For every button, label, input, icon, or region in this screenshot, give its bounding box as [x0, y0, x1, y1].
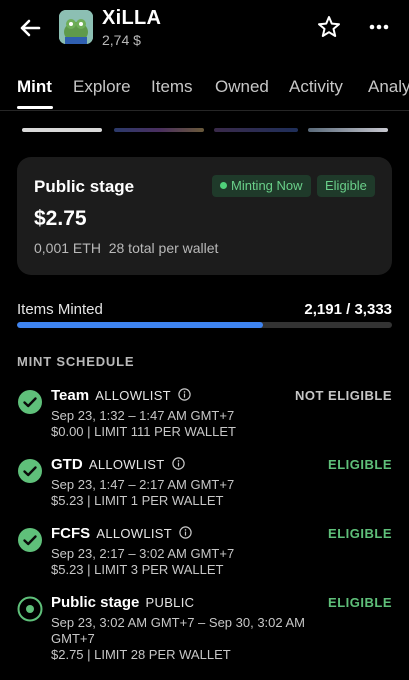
stage-title: Public stage	[34, 177, 135, 196]
info-icon[interactable]	[171, 457, 185, 470]
back-arrow-icon[interactable]	[14, 12, 46, 44]
tab-bar: Mint Explore Items Owned Activity Analy	[0, 66, 409, 110]
collection-avatar	[59, 10, 93, 44]
stage-dates: Sep 23, 1:47 – 2:17 AM GMT+7	[51, 477, 235, 492]
stage-limit: $0.00 | LIMIT 111 PER WALLET	[51, 424, 236, 439]
tabs-divider	[0, 110, 409, 111]
stage-tag: PUBLIC	[145, 595, 195, 610]
check-circle-icon	[18, 528, 42, 552]
collection-price: 2,74 $	[102, 32, 141, 48]
eligible-label: Eligible	[325, 178, 367, 193]
top-bar: XiLLA 2,74 $	[0, 0, 409, 56]
stage-price: $2.75	[34, 207, 87, 230]
stage-name: Public stage PUBLIC	[51, 594, 195, 611]
stage-name: FCFS ALLOWLIST	[51, 525, 192, 542]
current-stage-card: Public stage Minting Now Eligible $2.75 …	[17, 157, 392, 275]
tab-mint[interactable]: Mint	[17, 77, 52, 97]
mint-progress-fill	[17, 322, 264, 328]
stage-dates: Sep 23, 1:32 – 1:47 AM GMT+7	[51, 408, 235, 423]
stage-details: 0,001 ETH 28 total per wallet	[34, 240, 218, 256]
stage-eligibility: ELIGIBLE	[328, 595, 392, 610]
stage-limit: $5.23 | LIMIT 3 PER WALLET	[51, 562, 224, 577]
mint-progress-bar	[17, 322, 392, 328]
active-tab-indicator	[17, 106, 53, 109]
items-minted-label: Items Minted	[17, 301, 103, 318]
active-circle-icon	[17, 596, 43, 622]
stage-dates: Sep 23, 3:02 AM GMT+7 – Sep 30, 3:02 AM	[51, 615, 306, 630]
check-circle-icon	[18, 459, 42, 483]
live-dot-icon	[220, 182, 227, 189]
stage-tag: ALLOWLIST	[88, 457, 165, 472]
stage-dates: Sep 23, 2:17 – 3:02 AM GMT+7	[51, 546, 235, 561]
items-minted-count: 2,191 / 3,333	[304, 301, 392, 318]
stage-tag: ALLOWLIST	[95, 388, 171, 403]
stage-tag: ALLOWLIST	[96, 526, 173, 541]
image-strip	[22, 128, 102, 132]
stage-name: Team ALLOWLIST	[51, 387, 191, 404]
mint-schedule-heading: MINT SCHEDULE	[17, 354, 135, 369]
image-strip	[214, 128, 298, 132]
minting-now-badge: Minting Now	[212, 175, 311, 197]
tab-analytics[interactable]: Analy	[368, 77, 409, 97]
info-icon[interactable]	[178, 388, 191, 401]
eth-price: 0,001 ETH	[34, 240, 101, 256]
tab-explore[interactable]: Explore	[73, 77, 131, 97]
stage-dates-continued: GMT+7	[51, 631, 95, 646]
star-icon[interactable]	[314, 12, 344, 42]
tab-activity[interactable]: Activity	[289, 77, 343, 97]
stage-name: GTD ALLOWLIST	[51, 456, 185, 473]
stage-limit: $5.23 | LIMIT 1 PER WALLET	[51, 493, 224, 508]
tab-items[interactable]: Items	[151, 77, 193, 97]
info-icon[interactable]	[179, 526, 192, 539]
stage-eligibility: ELIGIBLE	[328, 457, 392, 472]
eligible-badge: Eligible	[317, 175, 375, 197]
image-strip	[308, 128, 388, 132]
collection-title: XiLLA	[102, 7, 162, 29]
minting-now-label: Minting Now	[231, 178, 303, 193]
more-icon[interactable]	[364, 12, 394, 42]
tab-owned[interactable]: Owned	[215, 77, 269, 97]
wallet-limit: 28 total per wallet	[108, 240, 219, 256]
stage-limit: $2.75 | LIMIT 28 PER WALLET	[51, 647, 231, 662]
check-circle-icon	[18, 390, 42, 414]
image-strip	[114, 128, 204, 132]
stage-eligibility: NOT ELIGIBLE	[295, 388, 392, 403]
stage-eligibility: ELIGIBLE	[328, 526, 392, 541]
